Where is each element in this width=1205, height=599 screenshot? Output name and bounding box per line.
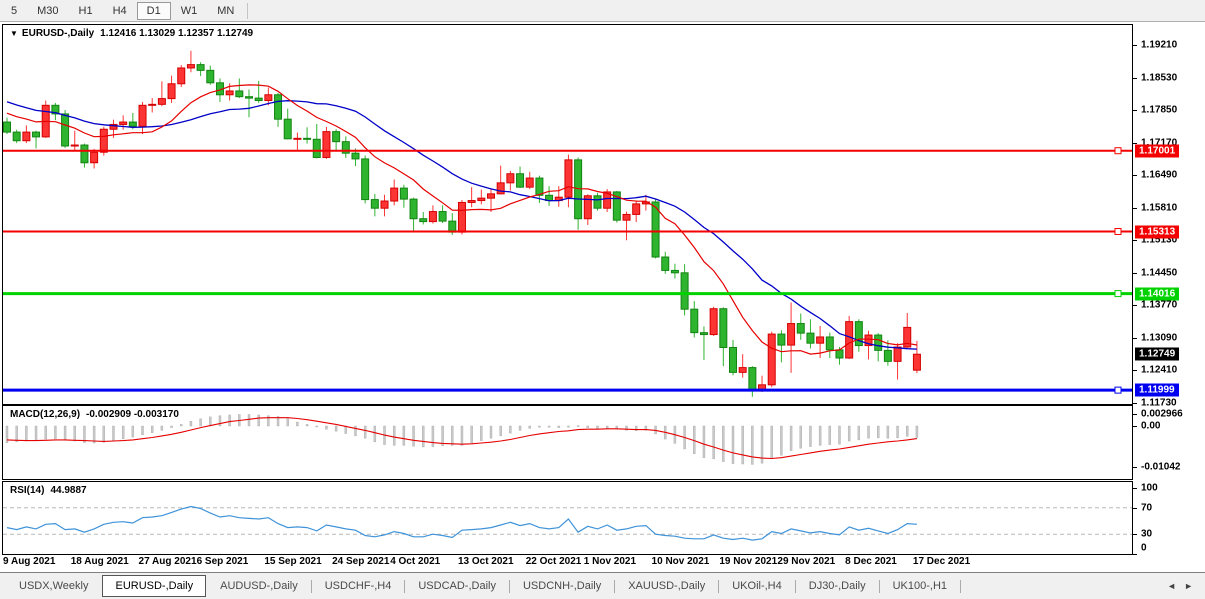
timeframe-button-d1[interactable]: D1: [137, 2, 171, 20]
rsi-canvas[interactable]: [3, 482, 1132, 554]
date-axis[interactable]: 9 Aug 2021 18 Aug 2021 27 Aug 20216 Sep 20…: [2, 555, 1133, 571]
date-axis-label: 29 Nov 2021: [777, 556, 835, 567]
rsi-axis-tick: [1133, 554, 1137, 555]
timeframe-button-h4[interactable]: H4: [103, 2, 137, 20]
price-axis-label: 1.13770: [1141, 300, 1177, 311]
hline-price-badge: 1.14016: [1135, 287, 1179, 300]
price-axis-tick: [1133, 370, 1137, 371]
rsi-axis-label: 30: [1141, 529, 1152, 540]
rsi-indicator-pane[interactable]: RSI(14) 44.9887: [2, 481, 1133, 555]
rsi-axis-label: 100: [1141, 483, 1158, 494]
date-axis-label: 22 Oct 2021: [526, 556, 582, 567]
price-axis-label: 1.14450: [1141, 267, 1177, 278]
macd-axis-tick: [1133, 426, 1137, 427]
tab-usdx-weekly[interactable]: USDX,Weekly: [6, 575, 101, 597]
date-axis-label: 1 Nov 2021: [584, 556, 636, 567]
price-chart-pane[interactable]: ▼ EURUSD-,Daily 1.12416 1.13029 1.12357 1.…: [2, 24, 1133, 405]
tab-uk100-h1[interactable]: UK100-,H1: [880, 575, 960, 597]
rsi-value: 44.9887: [50, 485, 86, 496]
date-axis-label: 8 Dec 2021: [845, 556, 897, 567]
tab-separator: [960, 580, 961, 593]
hline-price-badge: 1.17001: [1135, 144, 1179, 157]
current-price-badge: 1.12749: [1135, 348, 1179, 361]
macd-axis-tick: [1133, 467, 1137, 468]
price-axis-tick: [1133, 273, 1137, 274]
date-axis-label: 6 Sep 2021: [197, 556, 249, 567]
date-axis-label: 10 Nov 2021: [652, 556, 710, 567]
price-axis-tick: [1133, 45, 1137, 46]
price-axis[interactable]: 1.192101.185301.178501.171701.164901.158…: [1133, 25, 1205, 555]
timeframe-button-w1[interactable]: W1: [171, 2, 208, 20]
hline-price-badge: 1.11999: [1135, 384, 1179, 397]
rsi-name: RSI(14): [10, 485, 44, 496]
date-axis-label: 24 Sep 2021: [332, 556, 389, 567]
price-axis-tick: [1133, 403, 1137, 404]
tab-audusd-daily[interactable]: AUDUSD-,Daily: [207, 575, 311, 597]
price-axis-tick: [1133, 305, 1137, 306]
price-axis-label: 1.16490: [1141, 170, 1177, 181]
chart-ohlc-values: 1.12416 1.13029 1.12357 1.12749: [100, 28, 253, 39]
macd-axis-label: 0.002966: [1141, 409, 1183, 420]
price-axis-tick: [1133, 208, 1137, 209]
tab-dj30-daily[interactable]: DJ30-,Daily: [796, 575, 879, 597]
tab-eurusd-daily[interactable]: EURUSD-,Daily: [102, 575, 206, 597]
price-axis-tick: [1133, 175, 1137, 176]
macd-axis-label: 0.00: [1141, 421, 1160, 432]
macd-axis-label: -0.01042: [1141, 462, 1180, 473]
price-axis-label: 1.19210: [1141, 40, 1177, 51]
date-axis-label: 4 Oct 2021: [390, 556, 440, 567]
price-axis-tick: [1133, 78, 1137, 79]
tabs-scroll-left-icon[interactable]: ◄: [1167, 581, 1176, 591]
price-chart-canvas[interactable]: [3, 25, 1132, 404]
toolbar-separator: [247, 3, 248, 19]
timeframe-button-h1[interactable]: H1: [69, 2, 103, 20]
price-axis-tick: [1133, 338, 1137, 339]
timeframe-button-m30[interactable]: M30: [27, 2, 68, 20]
rsi-label: RSI(14) 44.9887: [10, 485, 87, 496]
tab-xauusd-daily[interactable]: XAUUSD-,Daily: [615, 575, 718, 597]
hline-price-badge: 1.15313: [1135, 225, 1179, 238]
rsi-axis-label: 70: [1141, 502, 1152, 513]
timeframe-button-mn[interactable]: MN: [207, 2, 244, 20]
price-axis-label: 1.18530: [1141, 72, 1177, 83]
rsi-axis-label: 0: [1141, 543, 1147, 554]
trading-terminal-window: 5M30H1H4D1W1MN ▼ EURUSD-,Daily 1.12416 1.1…: [0, 0, 1205, 599]
price-axis-tick: [1133, 110, 1137, 111]
tab-ukoil-h4[interactable]: UKOil-,H4: [719, 575, 795, 597]
timeframe-toolbar: 5M30H1H4D1W1MN: [0, 0, 1205, 22]
date-axis-label: 15 Sep 2021: [264, 556, 321, 567]
price-axis-tick: [1133, 240, 1137, 241]
price-axis-label: 1.15810: [1141, 202, 1177, 213]
rsi-axis-tick: [1133, 508, 1137, 509]
tabs-scroll-right-icon[interactable]: ►: [1184, 581, 1193, 591]
tab-usdcad-daily[interactable]: USDCAD-,Daily: [405, 575, 509, 597]
macd-indicator-pane[interactable]: MACD(12,26,9) -0.002909 -0.003170: [2, 405, 1133, 480]
chart-symbol-label: EURUSD-,Daily: [22, 28, 94, 39]
macd-values: -0.002909 -0.003170: [86, 409, 179, 420]
tab-usdcnh-daily[interactable]: USDCNH-,Daily: [510, 575, 614, 597]
date-axis-label: 13 Oct 2021: [458, 556, 514, 567]
macd-name: MACD(12,26,9): [10, 409, 80, 420]
price-axis-label: 1.13090: [1141, 332, 1177, 343]
macd-axis-tick: [1133, 414, 1137, 415]
timeframe-button-5[interactable]: 5: [1, 2, 27, 20]
date-axis-label: 9 Aug 2021: [3, 556, 55, 567]
tab-usdchf-h4[interactable]: USDCHF-,H4: [312, 575, 405, 597]
price-axis-label: 1.11730: [1141, 398, 1177, 409]
macd-label: MACD(12,26,9) -0.002909 -0.003170: [10, 409, 179, 420]
chart-title: ▼ EURUSD-,Daily 1.12416 1.13029 1.12357 1.…: [10, 28, 253, 39]
date-axis-label: 18 Aug 2021: [71, 556, 129, 567]
symbol-dropdown-icon[interactable]: ▼: [10, 29, 18, 38]
price-axis-label: 1.12410: [1141, 365, 1177, 376]
date-axis-label: 19 Nov 2021: [719, 556, 777, 567]
rsi-axis-tick: [1133, 534, 1137, 535]
tab-scroll-controls: ◄►: [1167, 581, 1205, 591]
date-axis-label: 17 Dec 2021: [913, 556, 970, 567]
price-axis-label: 1.17850: [1141, 105, 1177, 116]
chart-tab-bar: USDX,WeeklyEURUSD-,DailyAUDUSD-,DailyUSD…: [0, 572, 1205, 599]
rsi-axis-tick: [1133, 488, 1137, 489]
date-axis-label: 27 Aug 2021: [139, 556, 197, 567]
